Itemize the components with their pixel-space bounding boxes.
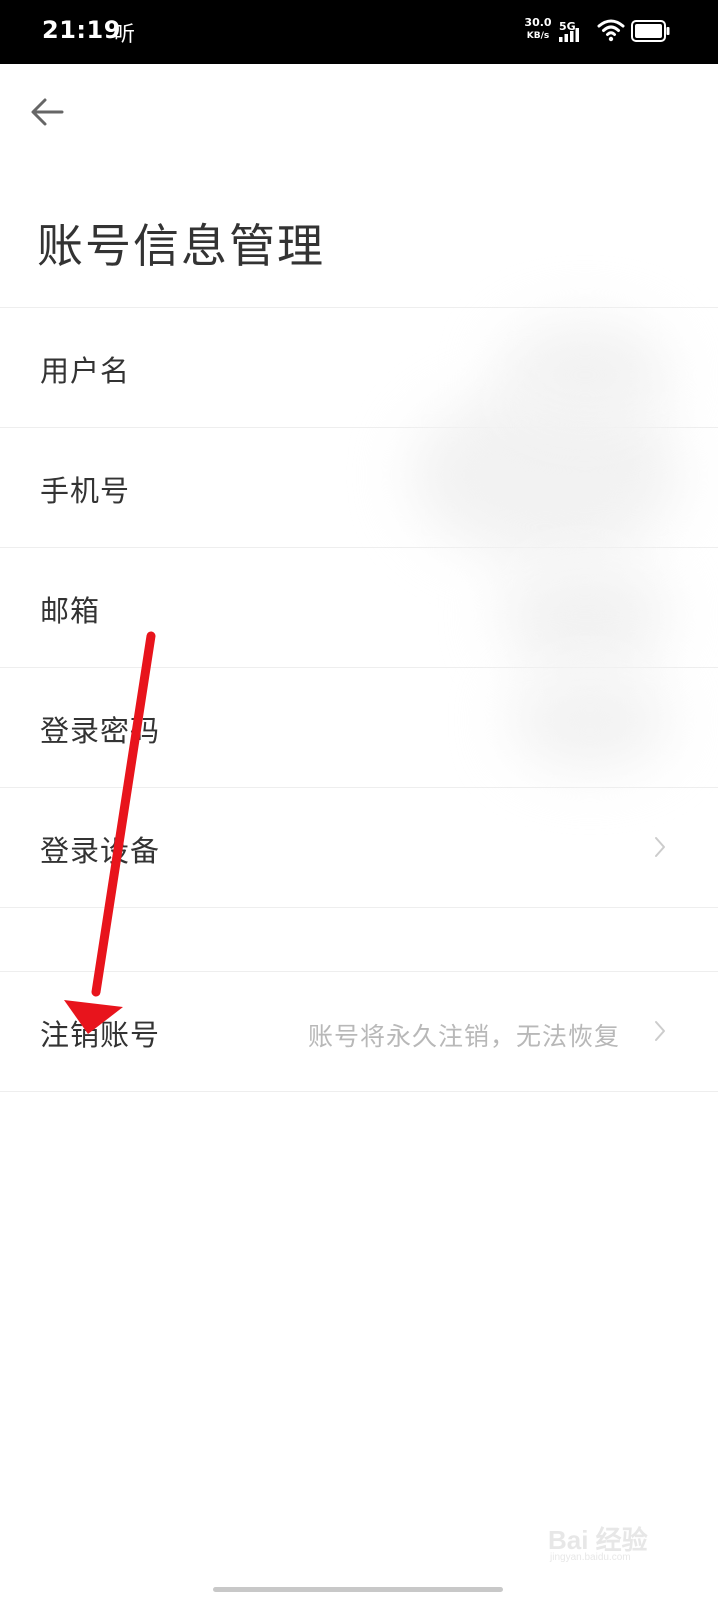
- settings-item-label: 登录设备: [40, 834, 161, 868]
- cellular-status: 5G: [559, 14, 593, 44]
- watermark-domain: jingyan.baidu.com: [550, 1552, 631, 1563]
- settings-item-label: 用户名: [40, 354, 131, 388]
- network-speed-value: 30.0: [524, 16, 552, 29]
- chevron-right-icon: [655, 837, 665, 857]
- network-speed-unit: KB/s: [526, 31, 550, 41]
- settings-item-phone[interactable]: 手机号: [0, 427, 718, 547]
- section-spacer: [0, 907, 718, 971]
- arrow-left-icon: [31, 98, 64, 126]
- listen-indicator: 听: [114, 22, 135, 46]
- battery-icon: [631, 20, 670, 42]
- settings-item-login-devices[interactable]: 登录设备: [0, 787, 718, 907]
- status-bar: 21:19 听 30.0 KB/s 5G: [0, 0, 718, 64]
- chevron-right-icon: [655, 1021, 665, 1041]
- network-speed: 30.0 KB/s: [523, 16, 553, 41]
- settings-list: 用户名 手机号 邮箱 登录密码 登录设备 注销账号 账号将永久注销，无法恢复: [0, 307, 718, 1092]
- settings-item-email[interactable]: 邮箱: [0, 547, 718, 667]
- settings-item-label: 邮箱: [40, 594, 101, 628]
- wifi-icon: [597, 19, 625, 42]
- settings-item-label: 登录密码: [40, 714, 161, 748]
- signal-icon: [559, 28, 579, 42]
- settings-item-login-password[interactable]: 登录密码: [0, 667, 718, 787]
- baidu-jingyan-watermark: Bai 经验 jingyan.baidu.com: [548, 1512, 678, 1563]
- settings-item-deactivate-account[interactable]: 注销账号 账号将永久注销，无法恢复: [0, 971, 718, 1091]
- settings-item-username[interactable]: 用户名: [0, 307, 718, 427]
- status-time: 21:19: [42, 16, 121, 44]
- settings-item-label: 手机号: [40, 474, 131, 508]
- page-title: 账号信息管理: [37, 219, 325, 273]
- list-divider: [0, 1091, 718, 1092]
- settings-item-hint: 账号将永久注销，无法恢复: [307, 1022, 620, 1051]
- home-indicator[interactable]: [213, 1587, 503, 1592]
- back-button[interactable]: [28, 92, 68, 132]
- settings-item-label: 注销账号: [40, 1018, 161, 1052]
